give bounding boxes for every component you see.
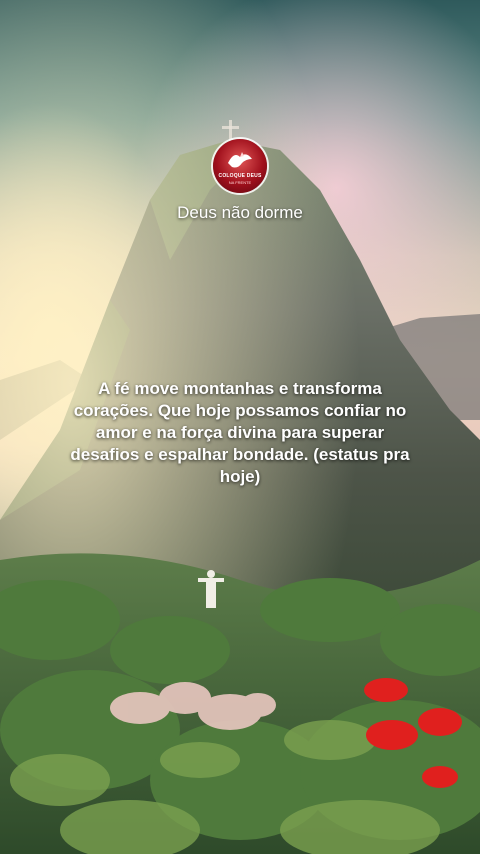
channel-avatar[interactable]: COLOQUE DEUS NA FRENTE xyxy=(213,139,267,193)
dove-icon xyxy=(228,152,252,168)
channel-name[interactable]: Deus não dorme xyxy=(0,203,480,223)
avatar-subtext: NA FRENTE xyxy=(228,180,252,185)
avatar-text: COLOQUE DEUS xyxy=(218,173,262,179)
quote-caption: A fé move montanhas e transforma coraçõe… xyxy=(70,379,410,486)
